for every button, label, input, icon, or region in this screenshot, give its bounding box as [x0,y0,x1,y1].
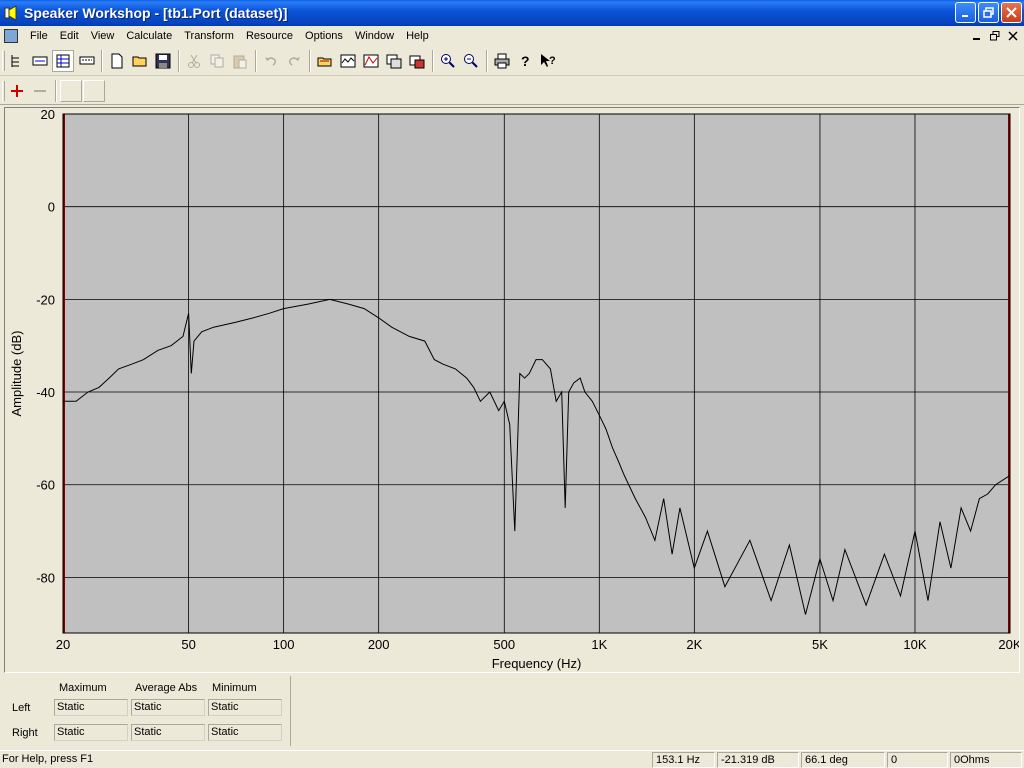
menu-transform[interactable]: Transform [178,26,240,46]
frequency-response-chart[interactable]: 20 50 100 200 500 1K 2K 5K 10K 20K200-20-40-60-80… [5,108,1019,672]
print-icon[interactable] [491,50,513,72]
mdi-close-button[interactable] [1006,29,1020,42]
close-icon [1008,30,1018,41]
window-title: Speaker Workshop - [tb1.Port (dataset)] [24,5,288,21]
stat-row-label-left: Left [12,702,31,714]
window-icon[interactable] [383,50,405,72]
zoom-in-icon[interactable] [437,50,459,72]
y-tick-label: -80 [36,570,55,585]
y-tick-label: 20 [41,108,55,122]
x-tick-label: 100 [273,637,295,652]
menu-options[interactable]: Options [299,26,349,46]
restore-icon [983,7,994,18]
x-tick-label: 50 [181,637,195,652]
mdi-restore-button[interactable] [988,29,1002,42]
menu-window[interactable]: Window [349,26,400,46]
toolbar-grip[interactable] [2,51,5,71]
save-icon[interactable] [152,50,174,72]
menu-help[interactable]: Help [400,26,435,46]
menu-edit[interactable]: Edit [54,26,85,46]
x-axis-label: Frequency (Hz) [492,656,582,671]
menu-bar: File Edit View Calculate Transform Resou… [0,26,1024,46]
stat-left-minimum: Static [208,699,282,716]
stat-header-average: Average Abs [135,682,198,694]
graph-icon[interactable] [337,50,359,72]
status-ohms: 0Ohms [950,752,1022,768]
close-button[interactable] [1001,2,1022,23]
mdi-minimize-button[interactable] [970,29,984,42]
blank-icon[interactable] [83,80,105,102]
close-icon [1006,7,1017,18]
x-tick-label: 500 [493,637,515,652]
chart-panel: 20 50 100 200 500 1K 2K 5K 10K 20K 20 0 -20 -40 -60 -80… [4,107,1020,673]
minimize-icon [962,15,968,17]
status-bar: For Help, press F1 153.1 Hz -21.319 dB 6… [0,750,1024,768]
chart-icon[interactable] [360,50,382,72]
x-tick-label: 20 [56,637,70,652]
add-icon[interactable] [6,80,28,102]
stats-panel: Maximum Average Abs Minimum Left Static … [0,676,1024,748]
cut-icon[interactable] [183,50,205,72]
menu-view[interactable]: View [85,26,121,46]
list-view-icon[interactable] [76,50,98,72]
tree-view-icon[interactable] [6,50,28,72]
menu-resource[interactable]: Resource [240,26,299,46]
x-tick-label: 1K [591,637,607,652]
stat-left-average: Static [131,699,205,716]
open-folder-icon[interactable] [129,50,151,72]
y-tick-label: -60 [36,478,55,493]
toolbar-grip[interactable] [2,81,5,101]
minimize-button[interactable] [955,2,976,23]
restore-icon [990,30,1000,40]
y-tick-label: -20 [36,292,55,307]
stat-right-minimum: Static [208,724,282,741]
x-tick-label: 10K [903,637,926,652]
new-file-icon[interactable] [106,50,128,72]
help-icon[interactable]: ? [514,50,536,72]
undo-icon[interactable] [260,50,282,72]
svg-text:?: ? [521,53,530,69]
plot-area [63,114,1010,633]
status-frequency: 153.1 Hz [652,752,715,768]
context-help-icon[interactable]: ? [537,50,559,72]
data-view-icon[interactable] [29,50,51,72]
record-icon[interactable] [406,50,428,72]
x-tick-label: 200 [368,637,390,652]
secondary-toolbar [0,77,1024,105]
svg-text:?: ? [549,55,556,67]
stats-box: Maximum Average Abs Minimum Left Static … [4,676,291,746]
paste-icon[interactable] [229,50,251,72]
x-tick-label: 5K [812,637,828,652]
title-bar: Speaker Workshop - [tb1.Port (dataset)] [0,0,1024,26]
stat-left-maximum: Static [54,699,128,716]
menu-file[interactable]: File [24,26,54,46]
status-amplitude: -21.319 dB [717,752,799,768]
grid-view-icon[interactable] [52,50,74,72]
y-tick-label: 0 [48,200,55,215]
x-tick-label: 20K [998,637,1019,652]
restore-button[interactable] [978,2,999,23]
y-axis-label: Amplitude (dB) [9,331,24,417]
document-icon[interactable] [4,29,18,43]
menu-calculate[interactable]: Calculate [120,26,178,46]
main-toolbar: ? ? [0,47,1024,76]
open-dataset-icon[interactable] [314,50,336,72]
stat-header-maximum: Maximum [59,682,107,694]
subtract-icon[interactable] [29,80,51,102]
blank-icon[interactable] [60,80,82,102]
status-help-text: For Help, press F1 [2,753,94,765]
stat-right-average: Static [131,724,205,741]
status-phase: 66.1 deg [801,752,885,768]
app-icon[interactable] [4,5,20,21]
y-tick-label: -40 [36,385,55,400]
redo-icon[interactable] [283,50,305,72]
copy-icon[interactable] [206,50,228,72]
status-count: 0 [887,752,948,768]
minimize-icon [973,37,980,40]
stat-row-label-right: Right [12,727,38,739]
stat-right-maximum: Static [54,724,128,741]
stat-header-minimum: Minimum [212,682,257,694]
zoom-out-icon[interactable] [460,50,482,72]
x-tick-label: 2K [686,637,702,652]
